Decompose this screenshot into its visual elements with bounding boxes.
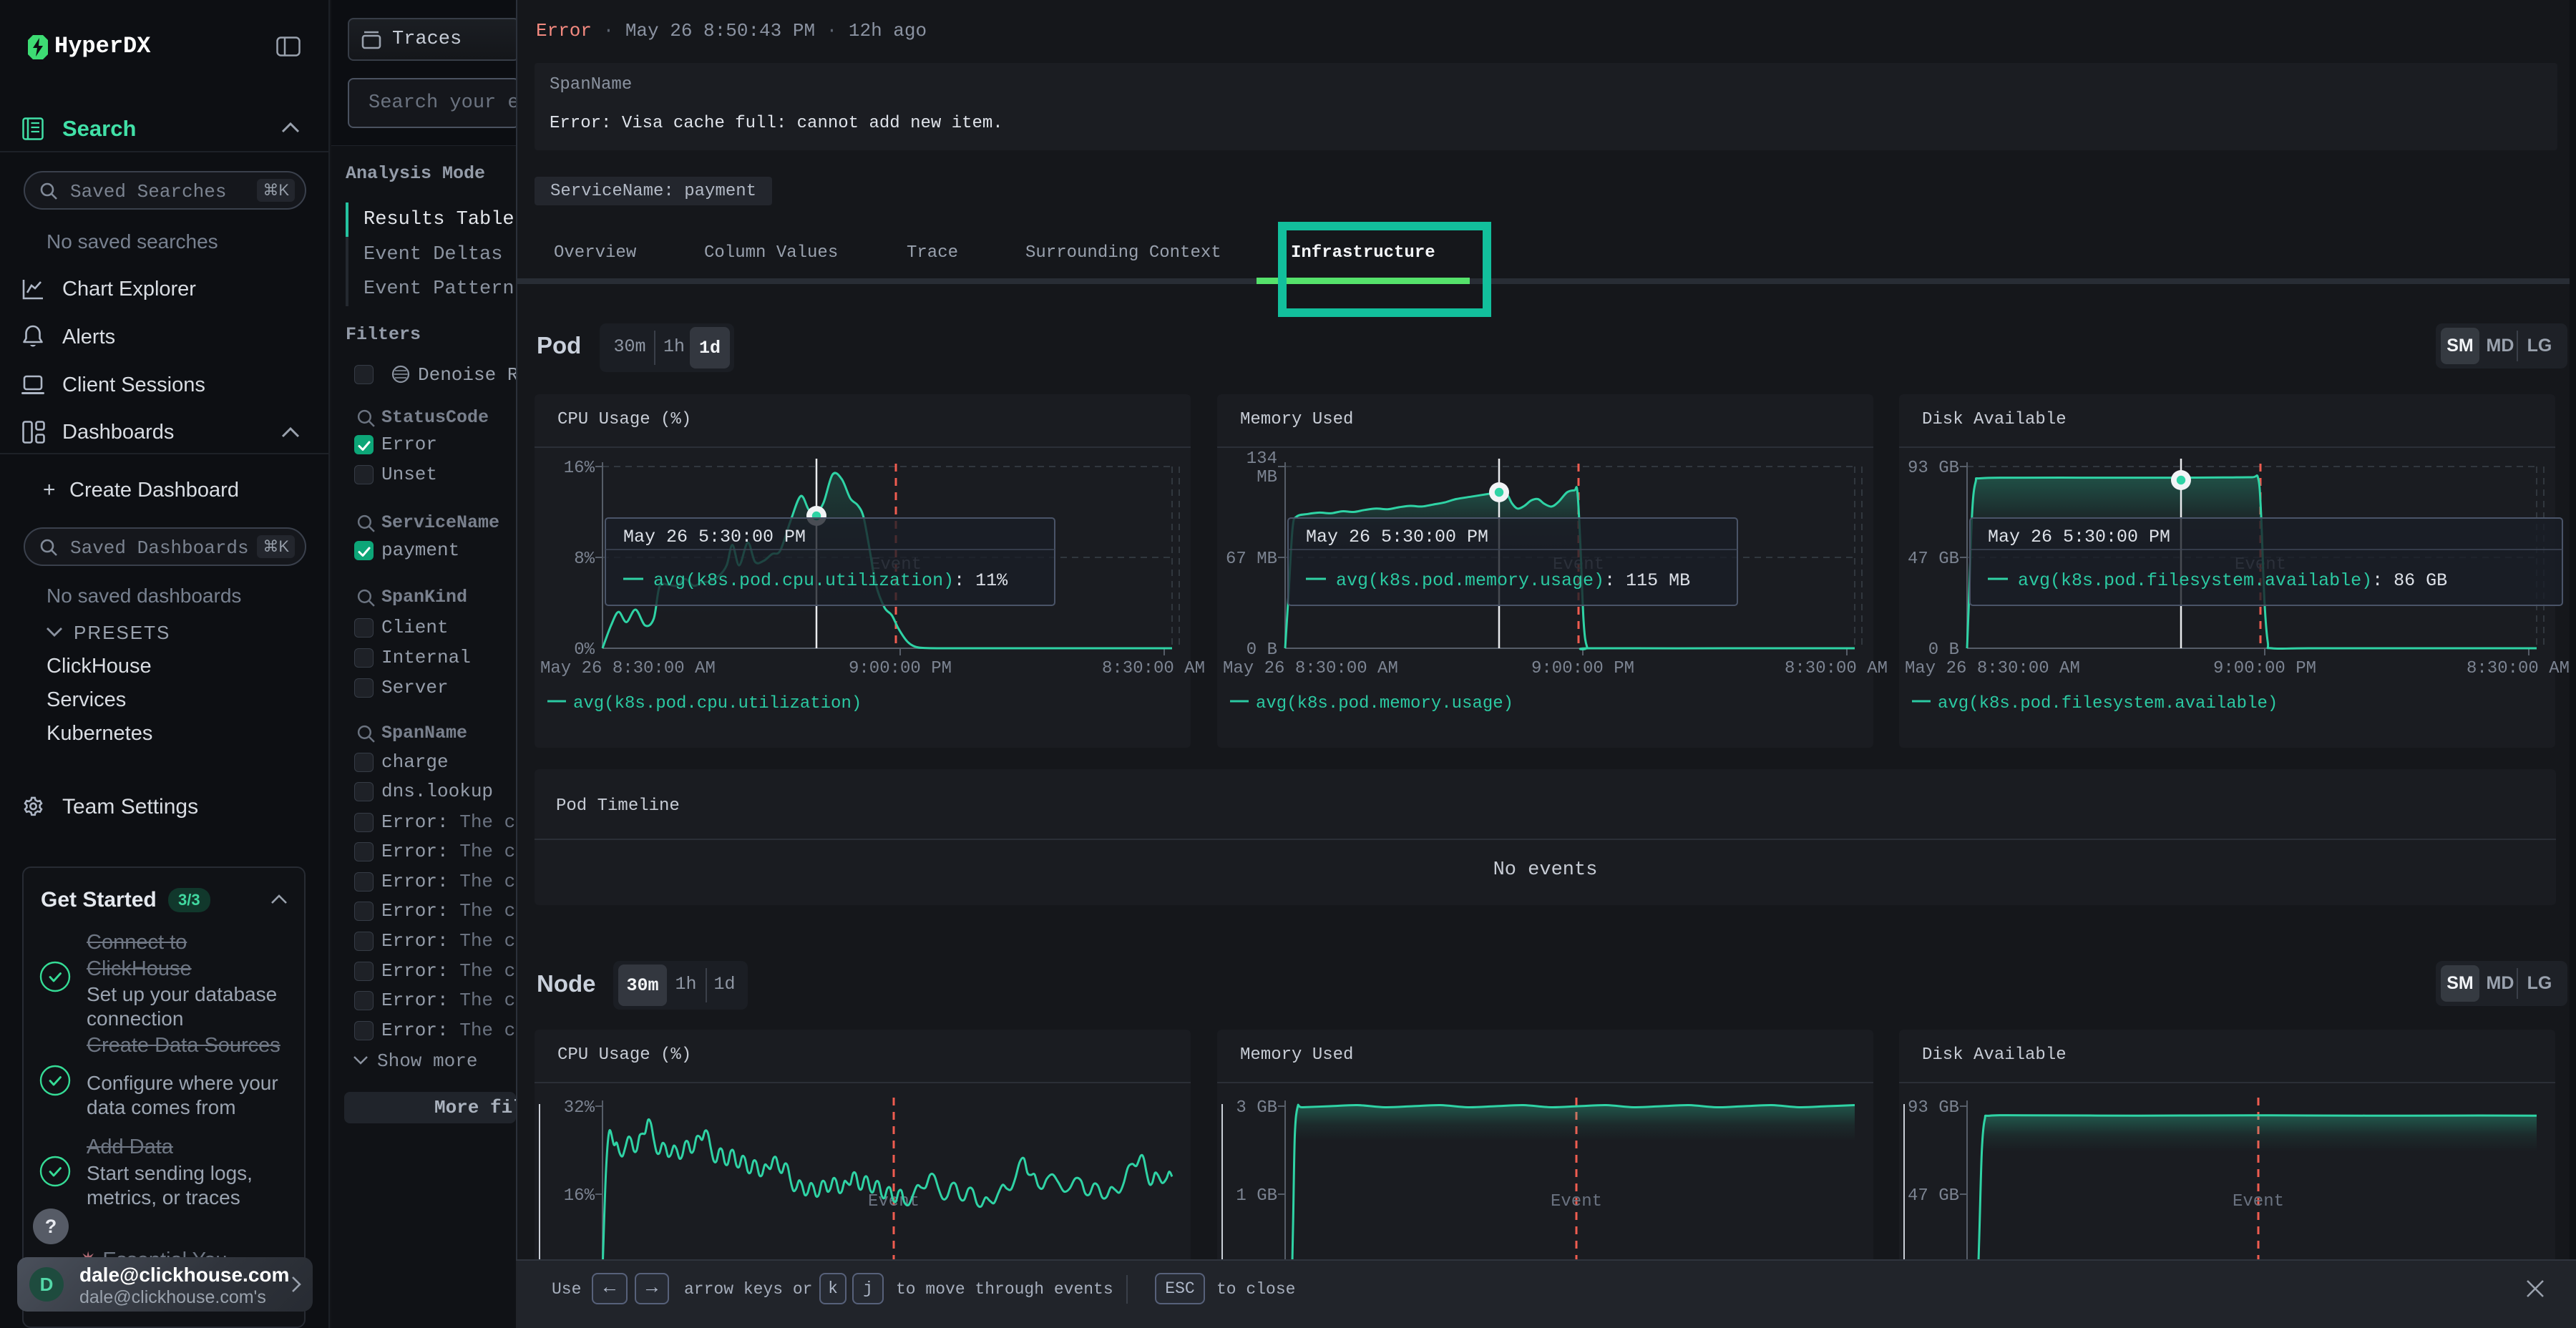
svg-text:93 GB: 93 GB [1908,459,1959,478]
svg-text:9:00:00 PM: 9:00:00 PM [1531,659,1634,678]
svg-text:avg(k8s.pod.filesystem.availab: avg(k8s.pod.filesystem.available): 86 GB [2018,570,2447,591]
svg-text:0%: 0% [574,640,595,660]
svg-text:May 26 5:30:00 PM: May 26 5:30:00 PM [1306,527,1488,547]
svg-text:May 26 8:30:00 AM: May 26 8:30:00 AM [1905,659,2080,678]
svg-text:9:00:00 PM: 9:00:00 PM [849,659,952,678]
svg-text:0 B: 0 B [1246,640,1277,660]
svg-text:avg(k8s.pod.filesystem.availab: avg(k8s.pod.filesystem.available) [1938,694,2278,713]
svg-text:0 B: 0 B [1928,640,1959,660]
svg-text:May 26 5:30:00 PM: May 26 5:30:00 PM [623,527,806,547]
svg-text:93 GB: 93 GB [1908,1098,1959,1118]
svg-text:8:30:00 AM: 8:30:00 AM [1102,659,1205,678]
svg-text:8:30:00 AM: 8:30:00 AM [1785,659,1888,678]
svg-text:134: 134 [1246,449,1277,469]
svg-text:9:00:00 PM: 9:00:00 PM [2213,659,2316,678]
svg-text:May 26 8:30:00 AM: May 26 8:30:00 AM [540,659,716,678]
svg-text:avg(k8s.pod.memory.usage): 115: avg(k8s.pod.memory.usage): 115 MB [1336,570,1690,591]
svg-text:8%: 8% [574,550,595,569]
svg-text:8:30:00 AM: 8:30:00 AM [2467,659,2570,678]
svg-text:1 GB: 1 GB [1236,1186,1277,1206]
svg-text:47 GB: 47 GB [1908,550,1959,569]
svg-text:16%: 16% [564,459,595,478]
svg-text:3 GB: 3 GB [1236,1098,1277,1118]
svg-text:67 MB: 67 MB [1226,550,1277,569]
svg-text:32%: 32% [564,1098,595,1118]
svg-text:avg(k8s.pod.cpu.utilization): avg(k8s.pod.cpu.utilization) [573,694,862,713]
svg-text:MB: MB [1257,468,1277,487]
svg-text:May 26 5:30:00 PM: May 26 5:30:00 PM [1988,527,2170,547]
svg-text:avg(k8s.pod.cpu.utilization):: avg(k8s.pod.cpu.utilization): 11% [653,570,1008,591]
svg-text:avg(k8s.pod.memory.usage): avg(k8s.pod.memory.usage) [1256,694,1513,713]
svg-text:May 26 8:30:00 AM: May 26 8:30:00 AM [1223,659,1398,678]
svg-text:47 GB: 47 GB [1908,1186,1959,1206]
svg-text:16%: 16% [564,1186,595,1206]
